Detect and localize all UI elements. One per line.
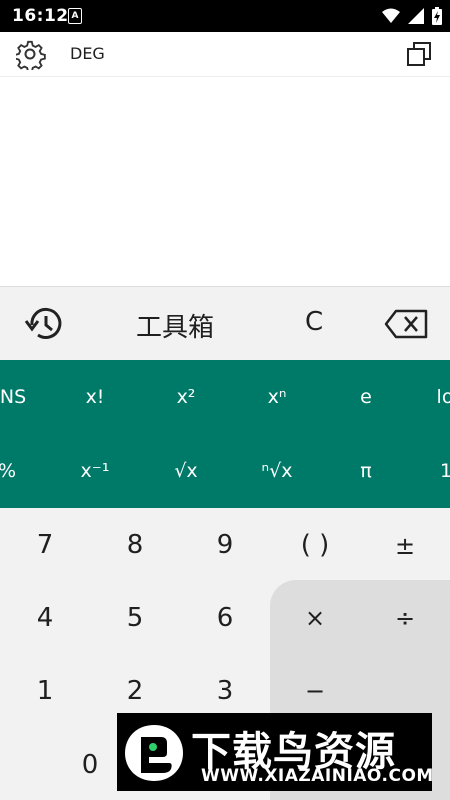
battery-icon xyxy=(432,7,442,25)
signal-icon xyxy=(408,8,424,24)
digit-3-key[interactable]: 3 xyxy=(180,676,270,706)
square-key[interactable]: x² xyxy=(141,386,231,408)
multiply-key[interactable]: × xyxy=(270,604,360,632)
status-bar: 16:12 A xyxy=(0,0,450,32)
tool-row: 工具箱 C xyxy=(0,286,450,361)
digit-7-key[interactable]: 7 xyxy=(0,530,90,560)
settings-gear-icon[interactable] xyxy=(16,40,46,70)
euler-key[interactable]: e xyxy=(321,386,411,408)
factorial-key[interactable]: x! xyxy=(50,386,140,408)
power-key[interactable]: xⁿ xyxy=(232,386,322,408)
digit-2-key[interactable]: 2 xyxy=(90,676,180,706)
digit-4-key[interactable]: 4 xyxy=(0,603,90,633)
sign-toggle-key[interactable]: ± xyxy=(360,532,450,560)
reciprocal-key[interactable]: x⁻¹ xyxy=(50,460,140,482)
digit-5-key[interactable]: 5 xyxy=(90,603,180,633)
scientific-panel: NS x! x² xⁿ e lo % x⁻¹ √x ⁿ√x π 1 xyxy=(0,360,450,508)
digit-1-key[interactable]: 1 xyxy=(0,676,90,706)
log-key[interactable]: lo xyxy=(400,386,450,408)
status-icons xyxy=(382,6,442,26)
digit-9-key[interactable]: 9 xyxy=(180,530,270,560)
angle-mode-toggle[interactable]: DEG xyxy=(70,44,105,63)
inverse-key[interactable]: 1 xyxy=(401,460,450,482)
top-bar: DEG xyxy=(0,32,450,77)
watermark-url: WWW.XIAZAINIAO.COM xyxy=(201,766,434,786)
status-time: 16:12 xyxy=(12,6,69,26)
copy-icon[interactable] xyxy=(406,41,432,67)
parentheses-key[interactable]: ( ) xyxy=(270,530,360,560)
digit-6-key[interactable]: 6 xyxy=(180,603,270,633)
history-icon[interactable] xyxy=(24,305,64,343)
accessibility-badge: A xyxy=(68,8,82,24)
divide-key[interactable]: ÷ xyxy=(360,604,450,632)
clear-button[interactable]: C xyxy=(305,307,323,337)
percent-key[interactable]: % xyxy=(0,460,52,482)
nth-root-key[interactable]: ⁿ√x xyxy=(232,460,322,482)
watermark-banner: 下载鸟资源 WWW.XIAZAINIAO.COM xyxy=(117,713,434,791)
digit-8-key[interactable]: 8 xyxy=(90,530,180,560)
sqrt-key[interactable]: √x xyxy=(141,460,231,482)
backspace-icon[interactable] xyxy=(384,309,428,339)
wifi-icon xyxy=(382,8,400,23)
toolbox-button[interactable]: 工具箱 xyxy=(136,307,214,344)
bird-logo-icon xyxy=(125,725,183,781)
pi-key[interactable]: π xyxy=(321,460,411,482)
result-display xyxy=(0,77,450,285)
subtract-key[interactable]: − xyxy=(270,677,360,705)
